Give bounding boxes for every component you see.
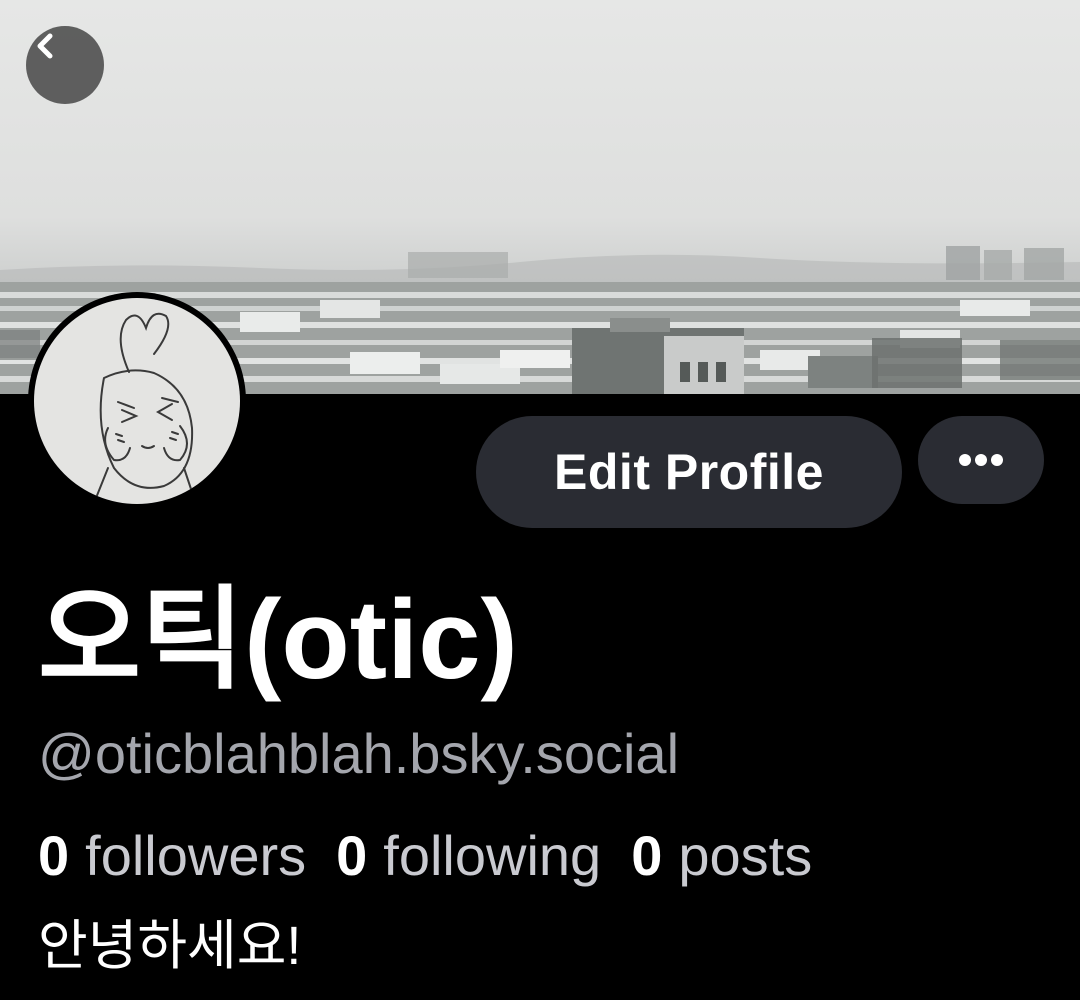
chevron-left-icon <box>37 33 53 59</box>
edit-profile-button[interactable]: Edit Profile <box>476 416 902 528</box>
display-name: 오틱(otic) <box>38 577 518 702</box>
edit-profile-label: Edit Profile <box>554 444 824 500</box>
back-button[interactable] <box>26 26 104 104</box>
profile-screen: Edit Profile 오틱(otic) @oticblahblah.bsky… <box>0 0 1080 1000</box>
more-options-button[interactable] <box>918 416 1044 504</box>
posts-count: 0 <box>631 824 663 887</box>
following-label: following <box>383 824 602 887</box>
more-horizontal-icon <box>959 454 1003 466</box>
following-stat[interactable]: 0 following <box>336 824 601 888</box>
followers-label: followers <box>85 824 307 887</box>
doodle-character-drawing <box>95 312 195 499</box>
profile-handle: @oticblahblah.bsky.social <box>38 722 680 785</box>
posts-stat: 0 posts <box>631 824 812 888</box>
avatar-image <box>34 298 240 504</box>
followers-stat[interactable]: 0 followers <box>38 824 306 888</box>
avatar[interactable] <box>28 292 246 510</box>
following-count: 0 <box>336 824 368 887</box>
followers-count: 0 <box>38 824 70 887</box>
profile-stats: 0 followers 0 following 0 posts <box>38 824 842 888</box>
profile-bio: 안녕하세요! <box>38 916 302 976</box>
posts-label: posts <box>678 824 813 887</box>
